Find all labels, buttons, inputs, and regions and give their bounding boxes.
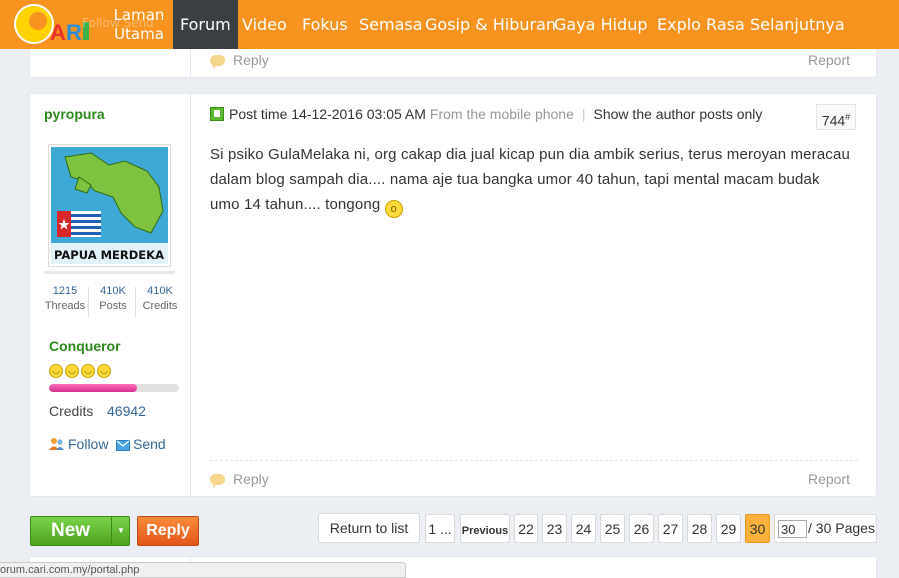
post-body: Si psiko GulaMelaka ni, org cakap dia ju… bbox=[210, 142, 850, 218]
smiley-icon: ◡ bbox=[97, 364, 111, 378]
nav-gaya-hidup[interactable]: Gaya Hidup bbox=[554, 0, 648, 49]
page-current[interactable]: 30 bbox=[745, 514, 770, 543]
new-thread-button[interactable]: New ▼ bbox=[30, 516, 130, 546]
page-link[interactable]: 26 bbox=[629, 514, 654, 543]
stat-credits-value: 410K bbox=[147, 285, 173, 297]
user-rank: Conqueror bbox=[49, 338, 121, 354]
show-author-only-link[interactable]: Show the author posts only bbox=[594, 106, 763, 122]
prev-report-link[interactable]: Report bbox=[808, 52, 850, 68]
stat-credits-label: Credits bbox=[142, 300, 178, 312]
avatar[interactable]: PAPUA MERDEKA bbox=[48, 144, 171, 267]
browser-status-url: orum.cari.com.my/portal.php bbox=[0, 562, 406, 578]
send-label: Send bbox=[133, 436, 166, 452]
page-link[interactable]: 22 bbox=[514, 514, 538, 543]
stat-posts-value: 410K bbox=[100, 285, 126, 297]
prev-reply-label: Reply bbox=[233, 52, 269, 68]
smiley-icon: ◡ bbox=[81, 364, 95, 378]
papua-merdeka-avatar-image: PAPUA MERDEKA bbox=[51, 147, 168, 264]
floor-suffix: # bbox=[845, 112, 851, 122]
stat-threads-label: Threads bbox=[44, 300, 86, 312]
post-meta: Post time 14-12-2016 03:05 AM From the mo… bbox=[210, 106, 762, 122]
smiley-icon: ◡ bbox=[49, 364, 63, 378]
post-floor-number[interactable]: 744# bbox=[816, 104, 856, 130]
post-body-text: Si psiko GulaMelaka ni, org cakap dia ju… bbox=[210, 146, 850, 213]
page-link[interactable]: 25 bbox=[600, 514, 625, 543]
dropdown-arrow-icon[interactable]: ▼ bbox=[111, 517, 130, 545]
nav-explo-rasa[interactable]: Explo Rasa bbox=[657, 0, 745, 49]
page-link[interactable]: 23 bbox=[542, 514, 567, 543]
nav-video[interactable]: Video bbox=[242, 0, 287, 49]
post-time-label: Post time bbox=[229, 106, 288, 122]
post-status-icon bbox=[210, 107, 224, 121]
page-previous-link[interactable]: Previous bbox=[460, 514, 510, 543]
rank-stars: ◡ ◡ ◡ ◡ bbox=[49, 362, 113, 378]
reply-bubble-icon bbox=[210, 55, 225, 69]
envelope-icon bbox=[116, 440, 130, 451]
forum-post: pyropura PAPUA MERDEKA 1215 Threads 410K… bbox=[29, 93, 877, 498]
rank-progress-bar bbox=[49, 384, 179, 392]
stat-posts-label: Posts bbox=[99, 300, 127, 312]
page-link[interactable]: 24 bbox=[571, 514, 596, 543]
nav-selanjutnya[interactable]: Selanjutnya bbox=[750, 0, 845, 49]
column-divider bbox=[190, 94, 191, 498]
stat-threads[interactable]: 1215 Threads bbox=[42, 285, 88, 312]
stat-credits[interactable]: 410K Credits bbox=[137, 285, 183, 312]
page-link[interactable]: 27 bbox=[658, 514, 683, 543]
top-navigation-bar: A R Follow Send Laman Utama Forum Video … bbox=[0, 0, 899, 49]
page-link[interactable]: 28 bbox=[687, 514, 712, 543]
smiley-icon: ◡ bbox=[65, 364, 79, 378]
reply-button[interactable]: Reply bbox=[210, 471, 269, 488]
stat-threads-value: 1215 bbox=[52, 285, 78, 297]
nav-semasa[interactable]: Semasa bbox=[359, 0, 423, 49]
page-number-input[interactable] bbox=[778, 520, 807, 538]
report-link[interactable]: Report bbox=[808, 471, 850, 487]
follow-icon bbox=[49, 438, 64, 450]
total-pages-label: / 30 Pages bbox=[808, 520, 875, 536]
stat-divider bbox=[135, 287, 136, 317]
author-stats: 1215 Threads 410K Posts 410K Credits bbox=[38, 285, 186, 321]
reply-thread-button[interactable]: Reply bbox=[137, 516, 199, 546]
meta-separator: | bbox=[581, 106, 586, 122]
new-thread-label: New bbox=[51, 520, 91, 541]
return-to-list-button[interactable]: Return to list bbox=[318, 513, 420, 543]
nav-gosip-hiburan[interactable]: Gosip & Hiburan bbox=[425, 0, 556, 49]
follow-link[interactable]: Follow bbox=[49, 436, 108, 452]
svg-text:R: R bbox=[66, 20, 82, 45]
credits-value[interactable]: 46942 bbox=[107, 403, 146, 419]
rank-progress-fill bbox=[49, 384, 138, 392]
post-timestamp: 14-12-2016 03:05 AM bbox=[291, 106, 426, 122]
reply-label: Reply bbox=[233, 471, 269, 487]
post-footer-divider bbox=[210, 460, 858, 461]
stat-posts[interactable]: 410K Posts bbox=[90, 285, 136, 312]
reply-bubble-icon bbox=[210, 474, 225, 488]
credits-label: Credits bbox=[49, 403, 94, 419]
nav-fokus[interactable]: Fokus bbox=[302, 0, 348, 49]
prev-reply-button[interactable]: Reply bbox=[210, 52, 269, 69]
page-link[interactable]: 29 bbox=[716, 514, 741, 543]
avatar-caption: PAPUA MERDEKA bbox=[54, 248, 164, 262]
floor-value: 744 bbox=[821, 112, 846, 129]
follow-label: Follow bbox=[68, 436, 109, 452]
mobile-source-label: From the mobile phone bbox=[429, 106, 574, 122]
author-name[interactable]: pyropura bbox=[44, 106, 105, 122]
send-message-link[interactable]: Send bbox=[116, 436, 166, 452]
nav-label-line1: Laman bbox=[113, 6, 165, 24]
stat-divider bbox=[88, 287, 89, 317]
nav-forum[interactable]: Forum bbox=[173, 0, 238, 49]
page-first-link[interactable]: 1 ... bbox=[425, 514, 455, 543]
nav-label-line2: Utama bbox=[114, 25, 164, 43]
avatar-underline bbox=[44, 271, 175, 274]
svg-text:A: A bbox=[50, 20, 66, 45]
nav-laman-utama[interactable]: Laman Utama bbox=[113, 6, 165, 46]
shocked-face-icon: o bbox=[384, 200, 403, 218]
